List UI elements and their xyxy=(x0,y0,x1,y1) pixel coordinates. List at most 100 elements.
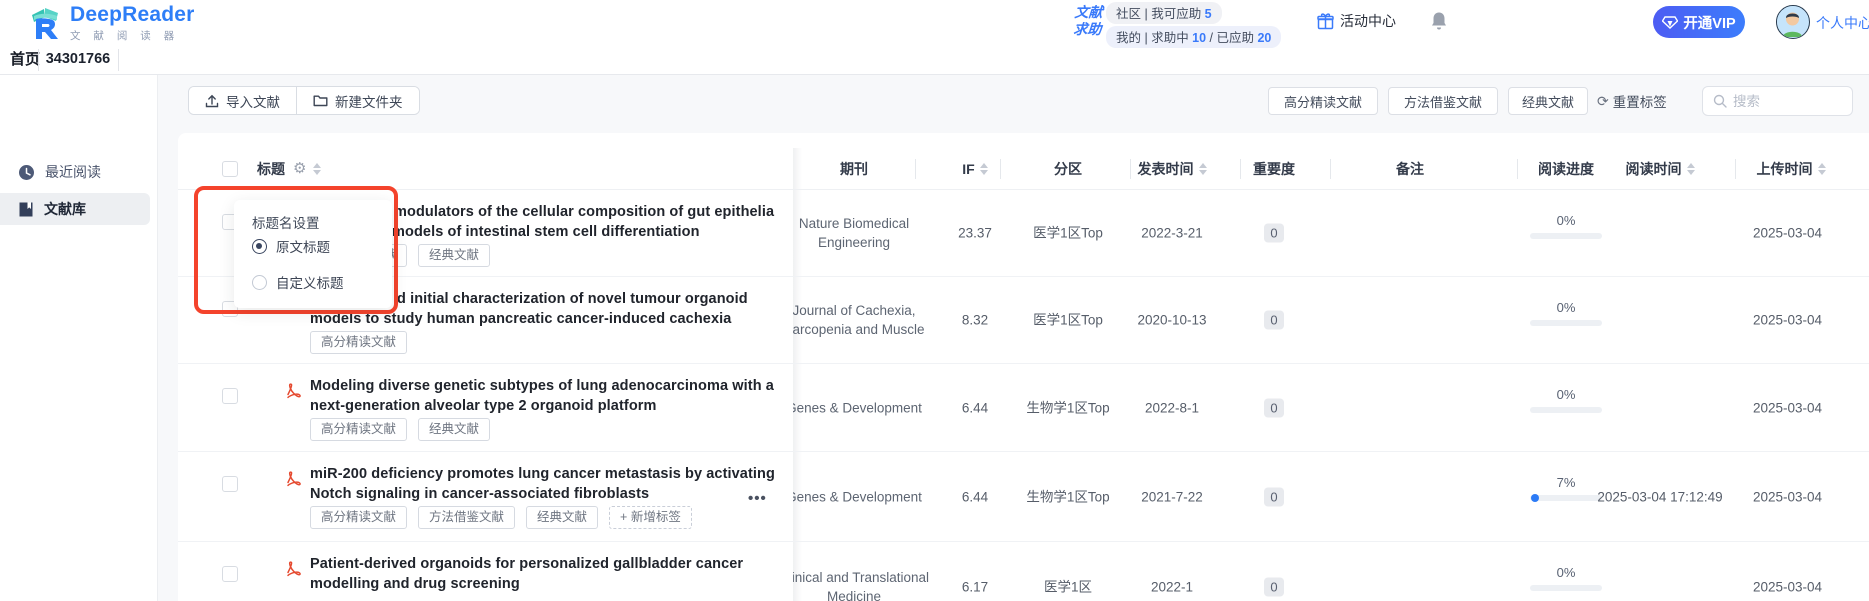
radio-selected-icon[interactable] xyxy=(252,238,267,254)
import-literature-label: 导入文献 xyxy=(226,94,280,110)
zone-cell: 生物学1区Top xyxy=(1026,489,1110,504)
journal-cell: Genes & Development xyxy=(786,400,922,415)
header-pub-date-label: 发表时间 xyxy=(1137,161,1194,177)
reset-tags-label: 重置标签 xyxy=(1612,95,1667,110)
community-help-pill[interactable]: 社区 | 我可应助 5 xyxy=(1106,2,1222,24)
importance-cell[interactable]: 0 xyxy=(1254,487,1294,506)
paper-title-line1[interactable]: miR-200 deficiency promotes lung cancer … xyxy=(310,466,775,482)
sort-toggle[interactable] xyxy=(1817,163,1826,175)
logo-texts: DeepReader 文 献 阅 读 器 xyxy=(70,3,195,43)
tag-classic[interactable]: 经典文献 xyxy=(418,418,491,441)
header-read-time[interactable]: 阅读时间 xyxy=(1605,148,1715,190)
logo-subtitle: 文 献 阅 读 器 xyxy=(70,30,180,42)
user-avatar[interactable] xyxy=(1776,5,1810,39)
paper-title-line2[interactable]: next-generation alveolar type 2 organoid… xyxy=(310,398,657,414)
library-book-icon xyxy=(19,202,33,216)
deepreader-app: DeepReader 文 献 阅 读 器 文献 求助 社区 | 我可应助 5 我… xyxy=(0,0,1869,601)
importance-cell[interactable]: 0 xyxy=(1254,577,1294,596)
help-stats: 社区 | 我可应助 5 我的 | 求助中 10 / 已应助 20 xyxy=(1106,2,1282,48)
header-upload-time[interactable]: 上传时间 xyxy=(1736,148,1846,190)
table-row[interactable]: Genes & Development 6.44 生物学1区Top 2022-8… xyxy=(178,364,1869,452)
header-read-time-label: 阅读时间 xyxy=(1625,161,1682,177)
header-progress-label: 阅读进度 xyxy=(1538,161,1594,177)
my-help-pill[interactable]: 我的 | 求助中 10 / 已应助 20 xyxy=(1106,26,1282,48)
header-journal[interactable]: 期刊 xyxy=(769,148,939,190)
importance-cell[interactable]: 0 xyxy=(1254,398,1294,417)
tab-home[interactable]: 首页 xyxy=(10,45,40,75)
row-checkbox[interactable] xyxy=(222,388,238,404)
header-zone[interactable]: 分区 xyxy=(1022,148,1114,190)
tag-high-score[interactable]: 高分精读文献 xyxy=(310,418,408,441)
add-tag-button[interactable]: + 新增标签 xyxy=(609,506,692,529)
impact-factor-cell: 6.44 xyxy=(961,400,989,415)
upload-time-cell: 2025-03-04 xyxy=(1753,225,1823,241)
radio-unselected-icon[interactable] xyxy=(252,274,267,290)
app-logo[interactable]: DeepReader 文 献 阅 读 器 xyxy=(28,3,195,43)
tag-classic[interactable]: 经典文献 xyxy=(526,506,599,529)
tab-divider xyxy=(118,49,119,71)
popup-title: 标题名设置 xyxy=(252,216,320,231)
sort-toggle[interactable] xyxy=(313,162,322,175)
tag-method[interactable]: 方法借鉴文献 xyxy=(418,506,516,529)
clock-icon xyxy=(19,164,34,180)
title-settings-gear-icon[interactable]: ⚙ xyxy=(293,161,306,176)
paper-title-line2[interactable]: modelling and drug screening xyxy=(310,576,520,592)
new-folder-button[interactable]: 新建文件夹 xyxy=(296,87,419,114)
sort-toggle[interactable] xyxy=(979,163,988,175)
header-impact-factor[interactable]: IF xyxy=(925,148,1025,190)
column-divider xyxy=(1330,159,1331,179)
row-more-button[interactable]: ••• xyxy=(748,490,767,507)
tag-classic[interactable]: 经典文献 xyxy=(418,244,491,267)
profile-center-link[interactable]: 个人中心 xyxy=(1816,13,1869,33)
header-zone-label: 分区 xyxy=(1054,161,1082,177)
header-note[interactable]: 备注 xyxy=(1330,148,1490,190)
open-vip-button[interactable]: 开通VIP xyxy=(1653,6,1745,38)
tag-list: 高分精读文献 xyxy=(310,331,408,354)
header-progress[interactable]: 阅读进度 xyxy=(1530,148,1602,190)
paper-title-line2[interactable]: models of intestinal stem cell different… xyxy=(392,224,700,240)
importance-cell[interactable]: 0 xyxy=(1254,310,1294,330)
sidebar-item-library[interactable]: 文献库 xyxy=(0,193,150,225)
impact-factor-cell: 6.44 xyxy=(961,489,989,504)
sort-toggle[interactable] xyxy=(1198,163,1207,175)
import-literature-button[interactable]: 导入文献 xyxy=(189,87,296,114)
sort-toggle[interactable] xyxy=(1686,163,1695,175)
paper-title-line1[interactable]: modulators of the cellular composition o… xyxy=(394,204,774,220)
paper-title-line1[interactable]: d initial characterization of novel tumo… xyxy=(397,291,748,307)
deepreader-logo-icon xyxy=(32,8,58,39)
progress-bar xyxy=(1530,320,1602,326)
header-importance[interactable]: 重要度 xyxy=(1234,148,1314,190)
option-custom-title[interactable]: 自定义标题 xyxy=(252,272,344,292)
header-journal-label: 期刊 xyxy=(840,161,868,177)
paper-title-line2[interactable]: models to study human pancreatic cancer-… xyxy=(310,311,731,327)
tab-document[interactable]: 34301766 xyxy=(38,45,118,75)
row-checkbox[interactable] xyxy=(222,566,238,582)
filter-high-score-button[interactable]: 高分精读文献 xyxy=(1268,87,1378,115)
filter-method-button[interactable]: 方法借鉴文献 xyxy=(1388,87,1498,115)
row-checkbox[interactable] xyxy=(222,476,238,492)
progress-bar xyxy=(1530,585,1602,591)
search-input[interactable] xyxy=(1733,93,1833,109)
sidebar-item-recent-reading[interactable]: 最近阅读 xyxy=(0,156,150,188)
filter-classic-button[interactable]: 经典文献 xyxy=(1508,87,1588,115)
tag-high-score[interactable]: 高分精读文献 xyxy=(310,331,408,354)
paper-title-line1[interactable]: Modeling diverse genetic subtypes of lun… xyxy=(310,378,774,394)
tag-high-score[interactable]: 高分精读文献 xyxy=(310,506,408,529)
notification-bell-icon[interactable] xyxy=(1430,11,1448,31)
paper-title-line1[interactable]: Patient-derived organoids for personaliz… xyxy=(310,556,743,572)
paper-title-line2[interactable]: Notch signaling in cancer-associated fib… xyxy=(310,486,649,502)
table-row[interactable]: Journal of Cachexia, Sarcopenia and Musc… xyxy=(178,277,1869,364)
select-all-checkbox[interactable] xyxy=(222,160,238,177)
header-pub-date[interactable]: 发表时间 xyxy=(1117,148,1227,190)
literature-help-label[interactable]: 文献 求助 xyxy=(1057,4,1103,38)
reset-tags-button[interactable]: ⟳ 重置标签 xyxy=(1597,91,1667,111)
table-row[interactable]: Clinical and Translational Medicine 6.17… xyxy=(178,542,1869,601)
importance-cell[interactable]: 0 xyxy=(1254,223,1294,243)
activity-center-link[interactable]: 活动中心 xyxy=(1317,11,1396,31)
refresh-icon: ⟳ xyxy=(1597,92,1609,109)
pub-date-cell: 2022-8-1 xyxy=(1144,400,1200,415)
table-row[interactable]: Genes & Development 6.44 生物学1区Top 2021-7… xyxy=(178,452,1869,542)
option-original-title[interactable]: 原文标题 xyxy=(252,236,330,256)
main-content: 导入文献 新建文件夹 高分精读文献 方法借鉴文献 经典文献 ⟳ 重置标签 搜索 … xyxy=(158,75,1869,601)
table-row[interactable]: Nature Biomedical Engineering 23.37 医学1区… xyxy=(178,190,1869,277)
